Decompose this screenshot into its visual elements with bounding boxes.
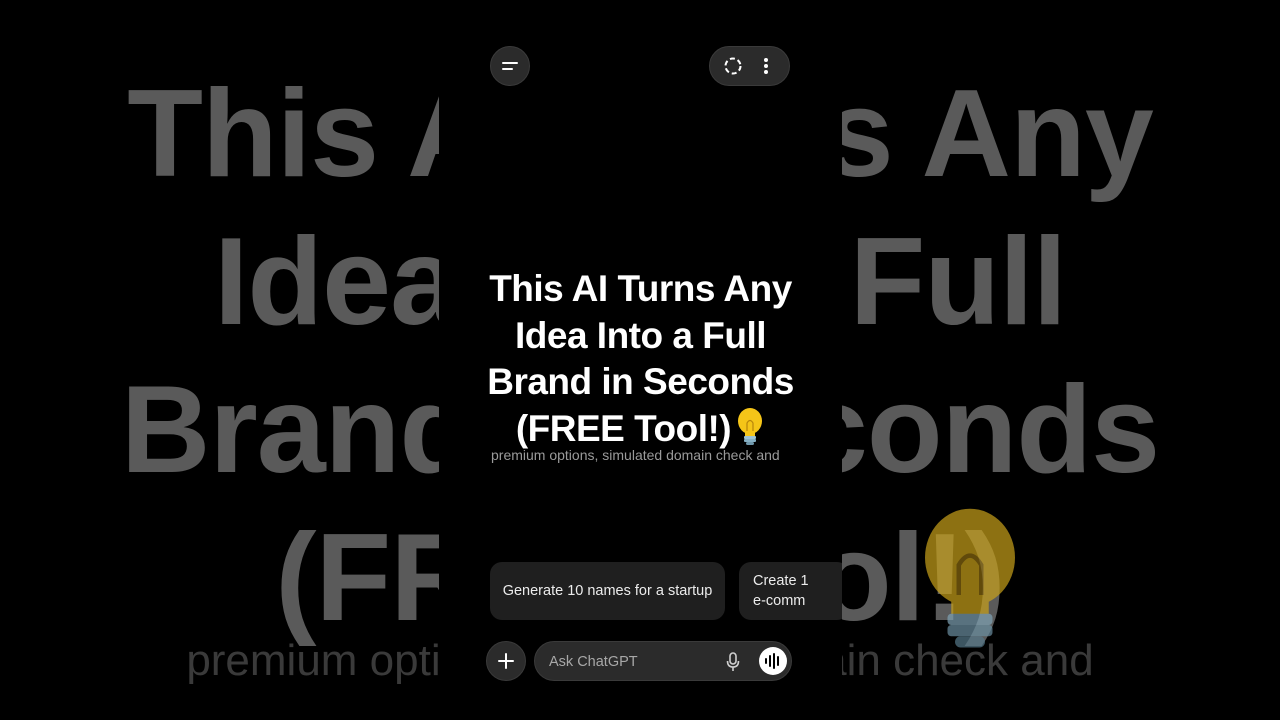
more-options-button[interactable]: [755, 55, 777, 77]
voice-mode-button[interactable]: [759, 647, 787, 675]
composer-bar: [534, 641, 792, 681]
menu-button[interactable]: [490, 46, 530, 86]
suggestion-chip-label: Generate 10 names for a startup: [502, 583, 713, 599]
video-frame: This AI Turns Any Idea Into a Full Brand…: [0, 0, 1280, 720]
menu-icon: [502, 62, 518, 70]
dictate-button[interactable]: [723, 651, 743, 673]
voice-mode-icon: [765, 653, 779, 669]
microphone-icon: [726, 652, 740, 671]
suggestion-chip-label: Create 1: [753, 573, 809, 589]
dashed-circle-icon: [724, 57, 742, 75]
ask-chatgpt-input[interactable]: [547, 651, 711, 673]
lightbulb-icon: [738, 407, 763, 445]
top-right-actions: [709, 46, 790, 86]
suggestion-chip[interactable]: Create 1 e-comm: [739, 562, 842, 620]
background-lightbulb-icon: [925, 508, 1015, 648]
title-line: (FREE Tool!): [515, 407, 732, 449]
temporary-chat-button[interactable]: [722, 55, 744, 77]
title-line: This AI Turns Any: [489, 268, 792, 309]
video-title-overlay: This AI Turns Any Idea Into a Full Brand…: [439, 266, 842, 452]
add-attachment-button[interactable]: [486, 641, 526, 681]
more-vertical-icon: [764, 58, 769, 74]
title-line: Idea Into a Full: [514, 314, 767, 356]
title-line: Brand in Seconds: [487, 361, 794, 402]
phone-screen: premium options, simulated domain check …: [439, 0, 842, 720]
plus-icon: [498, 653, 514, 669]
suggestion-chip-label: e-comm: [753, 593, 806, 609]
title-line-last: (FREE Tool!): [439, 406, 842, 453]
suggestion-chip[interactable]: Generate 10 names for a startup: [490, 562, 725, 620]
